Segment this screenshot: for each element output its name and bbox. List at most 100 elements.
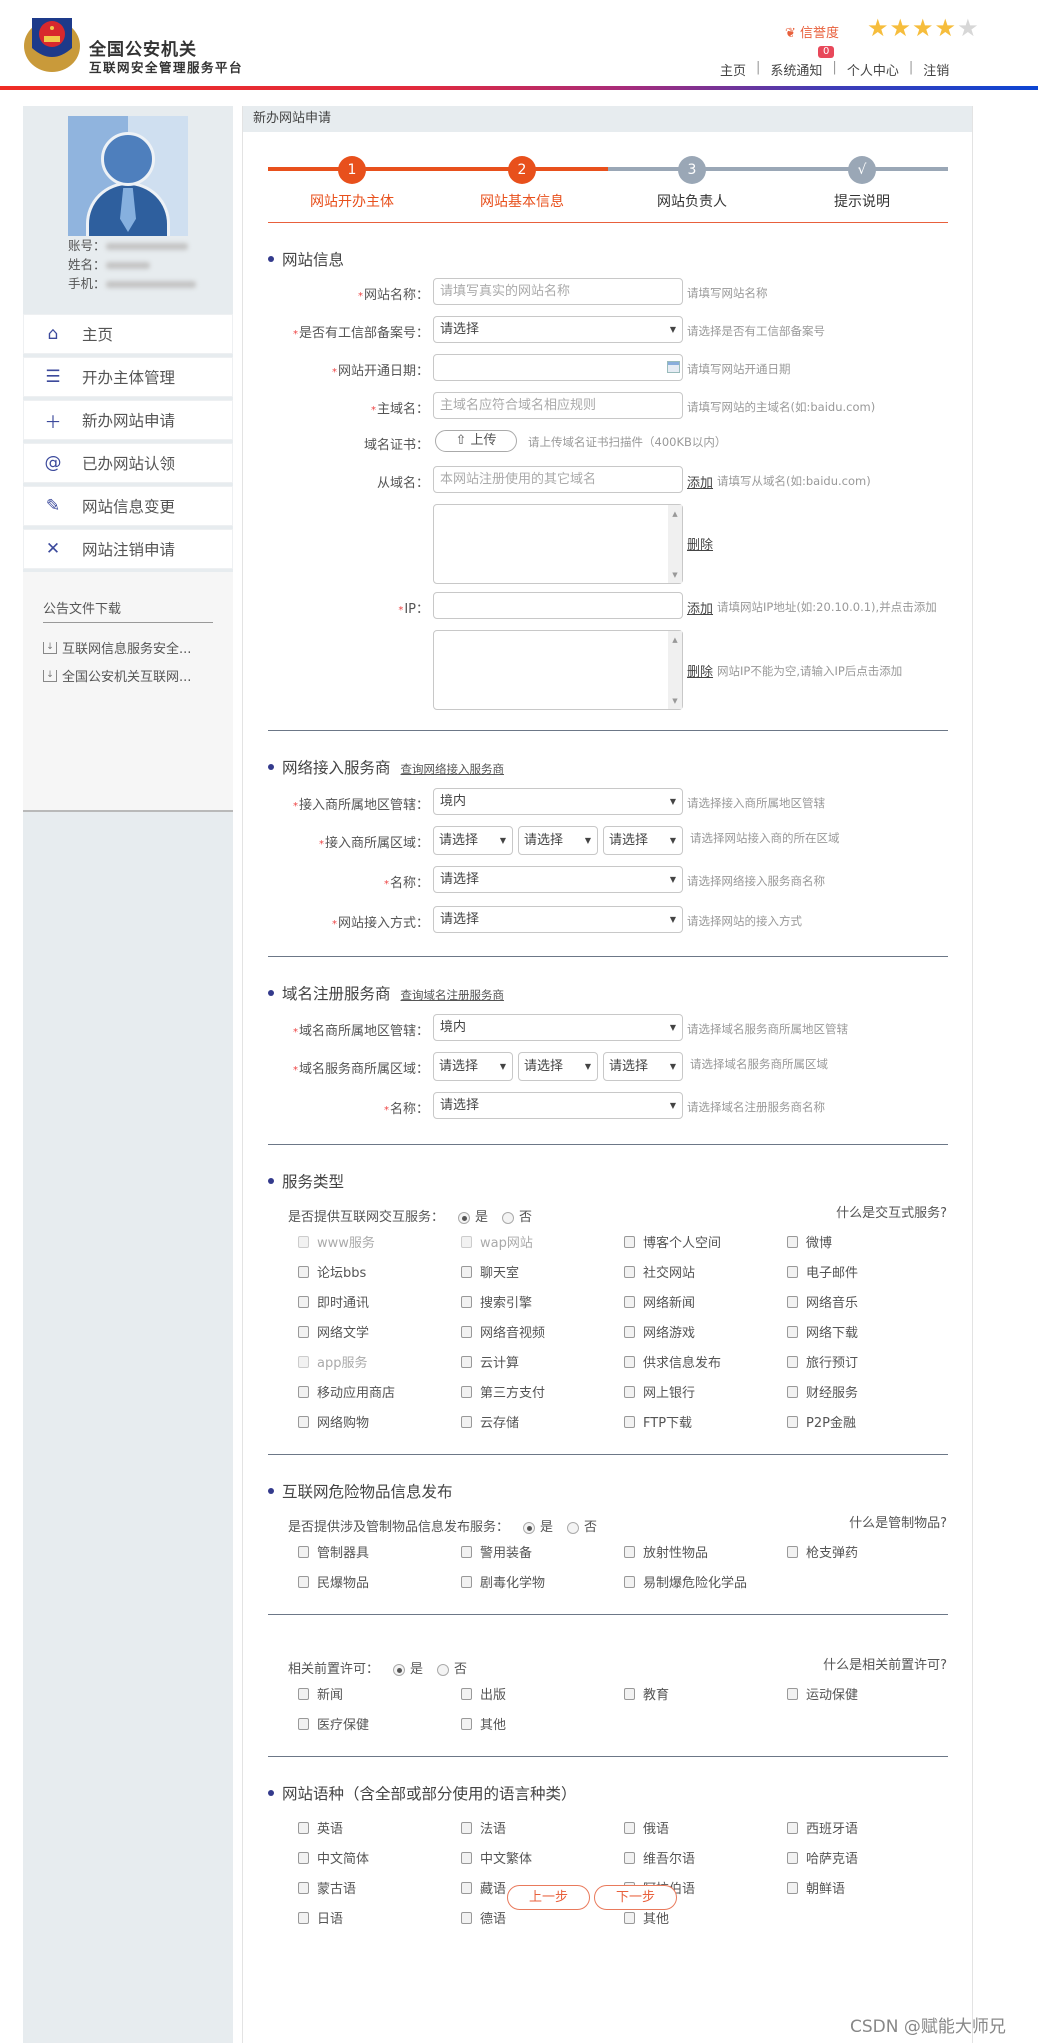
checkbox-option[interactable]: 网络音乐 xyxy=(787,1292,858,1311)
checkbox[interactable] xyxy=(298,1911,309,1924)
checkbox-option[interactable]: 网络新闻 xyxy=(624,1292,695,1311)
checkbox-option[interactable]: 哈萨克语 xyxy=(787,1848,858,1867)
checkbox[interactable] xyxy=(624,1235,635,1248)
checkbox[interactable] xyxy=(787,1235,798,1248)
checkbox[interactable] xyxy=(624,1851,635,1864)
radio-yes[interactable] xyxy=(393,1663,406,1676)
upload-button[interactable]: ⇧ 上传 xyxy=(435,430,517,452)
dangerous-goods-help-link[interactable]: 什么是管制物品? xyxy=(849,1512,947,1531)
sidebar-item-cancel-website[interactable]: ✕ 网站注销申请 xyxy=(23,529,233,569)
isp-province-select[interactable]: 请选择 ▼ xyxy=(433,826,513,855)
registrar-region-select[interactable]: 境内 ▼ xyxy=(433,1014,683,1041)
checkbox-option[interactable]: 论坛bbs xyxy=(298,1262,366,1281)
checkbox-option[interactable]: 供求信息发布 xyxy=(624,1352,721,1371)
checkbox-option[interactable]: 易制爆危险化学品 xyxy=(624,1572,747,1591)
registrar-city-select[interactable]: 请选择 ▼ xyxy=(518,1052,598,1081)
checkbox[interactable] xyxy=(461,1385,472,1398)
checkbox[interactable] xyxy=(298,1575,309,1588)
checkbox[interactable] xyxy=(461,1265,472,1278)
checkbox-option[interactable]: 运动保健 xyxy=(787,1684,858,1703)
checkbox[interactable] xyxy=(787,1355,798,1368)
checkbox-option[interactable]: 管制器具 xyxy=(298,1542,369,1561)
download-link[interactable]: ↓ 互联网信息服务安全... xyxy=(43,638,191,657)
checkbox-option[interactable]: 西班牙语 xyxy=(787,1818,858,1837)
checkbox[interactable] xyxy=(624,1545,635,1558)
checkbox-option[interactable]: 警用装备 xyxy=(461,1542,532,1561)
checkbox-option[interactable]: 法语 xyxy=(461,1818,506,1837)
checkbox[interactable] xyxy=(787,1265,798,1278)
sidebar-item-claim-website[interactable]: @ 已办网站认领 xyxy=(23,443,233,483)
checkbox[interactable] xyxy=(298,1717,309,1730)
checkbox-option[interactable]: 搜索引擎 xyxy=(461,1292,532,1311)
ip-input[interactable] xyxy=(433,592,683,619)
nav-home[interactable]: 主页 xyxy=(720,60,746,79)
isp-district-select[interactable]: 请选择 ▼ xyxy=(603,826,683,855)
checkbox[interactable] xyxy=(461,1415,472,1428)
checkbox-option[interactable]: 德语 xyxy=(461,1908,506,1927)
permit-help-link[interactable]: 什么是相关前置许可? xyxy=(823,1654,947,1673)
checkbox[interactable] xyxy=(461,1295,472,1308)
checkbox[interactable] xyxy=(298,1881,309,1894)
isp-region-select[interactable]: 境内 ▼ xyxy=(433,788,683,815)
radio-yes[interactable] xyxy=(523,1521,536,1534)
checkbox-option[interactable]: 出版 xyxy=(461,1684,506,1703)
checkbox-option[interactable]: 博客个人空间 xyxy=(624,1232,721,1251)
checkbox-option[interactable]: 网络下载 xyxy=(787,1322,858,1341)
checkbox[interactable] xyxy=(461,1881,472,1894)
checkbox-option[interactable]: FTP下载 xyxy=(624,1412,692,1431)
checkbox[interactable] xyxy=(624,1385,635,1398)
sidebar-item-home[interactable]: ⌂ 主页 xyxy=(23,314,233,354)
main-domain-input[interactable]: 主域名应符合域名相应规则 xyxy=(433,392,683,419)
checkbox[interactable] xyxy=(298,1821,309,1834)
checkbox-option[interactable]: 社交网站 xyxy=(624,1262,695,1281)
checkbox[interactable] xyxy=(298,1851,309,1864)
site-name-input[interactable]: 请填写真实的网站名称 xyxy=(433,278,683,305)
checkbox[interactable] xyxy=(298,1545,309,1558)
query-registrar-link[interactable]: 查询域名注册服务商 xyxy=(401,988,505,1002)
registrar-district-select[interactable]: 请选择 ▼ xyxy=(603,1052,683,1081)
subdomain-list[interactable]: ▲ ▼ xyxy=(433,504,683,584)
checkbox[interactable] xyxy=(461,1545,472,1558)
checkbox[interactable] xyxy=(624,1575,635,1588)
checkbox-option[interactable]: 网上银行 xyxy=(624,1382,695,1401)
checkbox-option[interactable]: 俄语 xyxy=(624,1818,669,1837)
checkbox-option[interactable]: 移动应用商店 xyxy=(298,1382,395,1401)
checkbox-option[interactable]: 网络游戏 xyxy=(624,1322,695,1341)
checkbox-option[interactable]: 新闻 xyxy=(298,1684,343,1703)
download-link[interactable]: ↓ 全国公安机关互联网... xyxy=(43,666,191,685)
checkbox-option[interactable]: 朝鲜语 xyxy=(787,1878,845,1897)
checkbox-option[interactable]: 民爆物品 xyxy=(298,1572,369,1591)
add-ip-link[interactable]: 添加 xyxy=(687,598,713,617)
checkbox[interactable] xyxy=(624,1265,635,1278)
isp-name-select[interactable]: 请选择 ▼ xyxy=(433,866,683,893)
checkbox[interactable] xyxy=(461,1717,472,1730)
nav-notifications[interactable]: 系统通知 xyxy=(770,60,822,79)
interactive-service-help-link[interactable]: 什么是交互式服务? xyxy=(836,1202,947,1221)
scrollbar[interactable]: ▲ ▼ xyxy=(668,505,682,583)
checkbox-option[interactable]: 医疗保健 xyxy=(298,1714,369,1733)
checkbox-option[interactable]: P2P金融 xyxy=(787,1412,856,1431)
checkbox-option[interactable]: 第三方支付 xyxy=(461,1382,545,1401)
isp-city-select[interactable]: 请选择 ▼ xyxy=(518,826,598,855)
subdomain-input[interactable]: 本网站注册使用的其它域名 xyxy=(433,466,683,493)
checkbox[interactable] xyxy=(461,1911,472,1924)
checkbox[interactable] xyxy=(787,1415,798,1428)
checkbox[interactable] xyxy=(787,1385,798,1398)
next-step-button[interactable]: 下一步 xyxy=(594,1885,677,1910)
checkbox[interactable] xyxy=(787,1851,798,1864)
checkbox-option[interactable]: 其他 xyxy=(461,1714,506,1733)
checkbox-option[interactable]: 剧毒化学物 xyxy=(461,1572,545,1591)
checkbox[interactable] xyxy=(787,1881,798,1894)
sidebar-item-entity-management[interactable]: ☰ 开办主体管理 xyxy=(23,357,233,397)
checkbox-option[interactable]: 云计算 xyxy=(461,1352,519,1371)
checkbox-option[interactable]: 财经服务 xyxy=(787,1382,858,1401)
checkbox-option[interactable]: 微博 xyxy=(787,1232,832,1251)
checkbox[interactable] xyxy=(787,1821,798,1834)
checkbox[interactable] xyxy=(787,1687,798,1700)
registrar-name-select[interactable]: 请选择 ▼ xyxy=(433,1092,683,1119)
checkbox[interactable] xyxy=(787,1295,798,1308)
checkbox-option[interactable]: 教育 xyxy=(624,1684,669,1703)
query-isp-link[interactable]: 查询网络接入服务商 xyxy=(401,762,505,776)
checkbox-option[interactable]: 英语 xyxy=(298,1818,343,1837)
scrollbar[interactable]: ▲ ▼ xyxy=(668,631,682,709)
